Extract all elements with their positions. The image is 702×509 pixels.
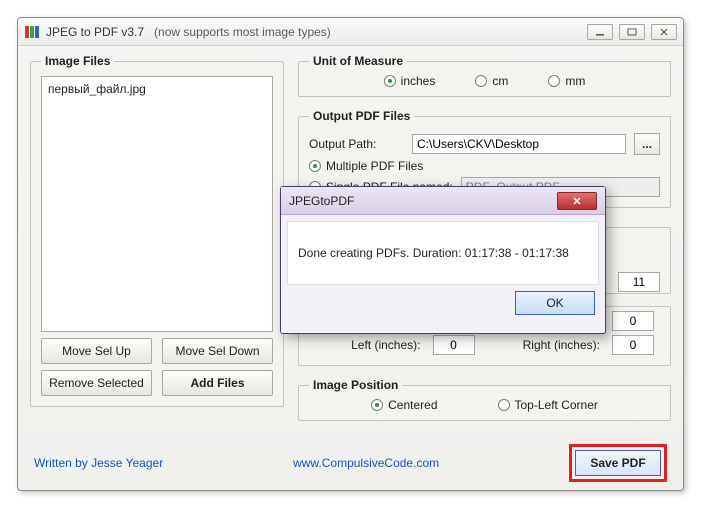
position-centered-label: Centered <box>388 398 437 412</box>
output-path-input[interactable] <box>412 134 626 154</box>
unit-legend: Unit of Measure <box>309 54 407 68</box>
save-pdf-button[interactable]: Save PDF <box>575 450 661 476</box>
dialog-close-button[interactable] <box>557 192 597 210</box>
dialog-message: Done creating PDFs. Duration: 01:17:38 -… <box>298 246 569 260</box>
radio-icon <box>384 75 396 87</box>
radio-icon <box>475 75 487 87</box>
radio-icon <box>309 160 321 172</box>
move-up-button[interactable]: Move Sel Up <box>41 338 152 364</box>
titlebar: JPEG to PDF v3.7 (now supports most imag… <box>18 18 683 46</box>
close-icon <box>659 28 669 36</box>
app-icon <box>24 24 40 40</box>
image-files-group: Image Files первый_файл.jpg Move Sel Up … <box>30 54 284 407</box>
margin-left-input[interactable] <box>433 335 475 355</box>
list-item[interactable]: первый_файл.jpg <box>48 81 266 97</box>
dialog-ok-button[interactable]: OK <box>515 291 595 315</box>
minimize-button[interactable] <box>587 24 613 40</box>
unit-mm-radio[interactable]: mm <box>548 74 585 88</box>
multiple-pdf-radio[interactable]: Multiple PDF Files <box>309 159 423 173</box>
unit-mm-label: mm <box>565 74 585 88</box>
done-dialog: JPEGtoPDF Done creating PDFs. Duration: … <box>280 186 606 334</box>
site-link[interactable]: www.CompulsiveCode.com <box>293 456 439 470</box>
unit-cm-label: cm <box>492 74 508 88</box>
dialog-titlebar: JPEGtoPDF <box>281 187 605 215</box>
author-link[interactable]: Written by Jesse Yeager <box>34 456 163 470</box>
browse-button[interactable]: ... <box>634 133 660 155</box>
save-highlight: Save PDF <box>569 444 667 482</box>
multiple-pdf-label: Multiple PDF Files <box>326 159 423 173</box>
unit-inches-label: inches <box>401 74 436 88</box>
maximize-button[interactable] <box>619 24 645 40</box>
close-icon <box>572 197 582 205</box>
add-files-button[interactable]: Add Files <box>162 370 273 396</box>
output-legend: Output PDF Files <box>309 109 414 123</box>
unit-group: Unit of Measure inches cm mm <box>298 54 671 97</box>
image-files-list[interactable]: первый_файл.jpg <box>41 76 273 332</box>
close-button[interactable] <box>651 24 677 40</box>
margin-left-label: Left (inches): <box>309 338 425 352</box>
position-centered-radio[interactable]: Centered <box>371 398 437 412</box>
position-topleft-radio[interactable]: Top-Left Corner <box>498 398 598 412</box>
app-subtitle: (now supports most image types) <box>154 25 331 39</box>
unit-inches-radio[interactable]: inches <box>384 74 436 88</box>
radio-icon <box>498 399 510 411</box>
image-position-legend: Image Position <box>309 378 402 392</box>
dialog-title: JPEGtoPDF <box>289 194 354 208</box>
page-height-input[interactable] <box>618 272 660 292</box>
maximize-icon <box>627 28 637 36</box>
output-path-label: Output Path: <box>309 137 404 151</box>
margin-bottom-input[interactable] <box>612 311 654 331</box>
minimize-icon <box>595 28 605 36</box>
unit-cm-radio[interactable]: cm <box>475 74 508 88</box>
remove-selected-button[interactable]: Remove Selected <box>41 370 152 396</box>
radio-icon <box>371 399 383 411</box>
position-topleft-label: Top-Left Corner <box>515 398 598 412</box>
move-down-button[interactable]: Move Sel Down <box>162 338 273 364</box>
image-files-legend: Image Files <box>41 54 114 68</box>
image-position-group: Image Position Centered Top-Left Corner <box>298 378 671 421</box>
footer: Written by Jesse Yeager www.CompulsiveCo… <box>30 444 671 484</box>
app-title: JPEG to PDF v3.7 <box>46 25 144 39</box>
dialog-body: Done creating PDFs. Duration: 01:17:38 -… <box>287 221 599 285</box>
margin-right-label: Right (inches): <box>489 338 605 352</box>
margin-right-input[interactable] <box>612 335 654 355</box>
window-controls <box>587 24 677 40</box>
radio-icon <box>548 75 560 87</box>
